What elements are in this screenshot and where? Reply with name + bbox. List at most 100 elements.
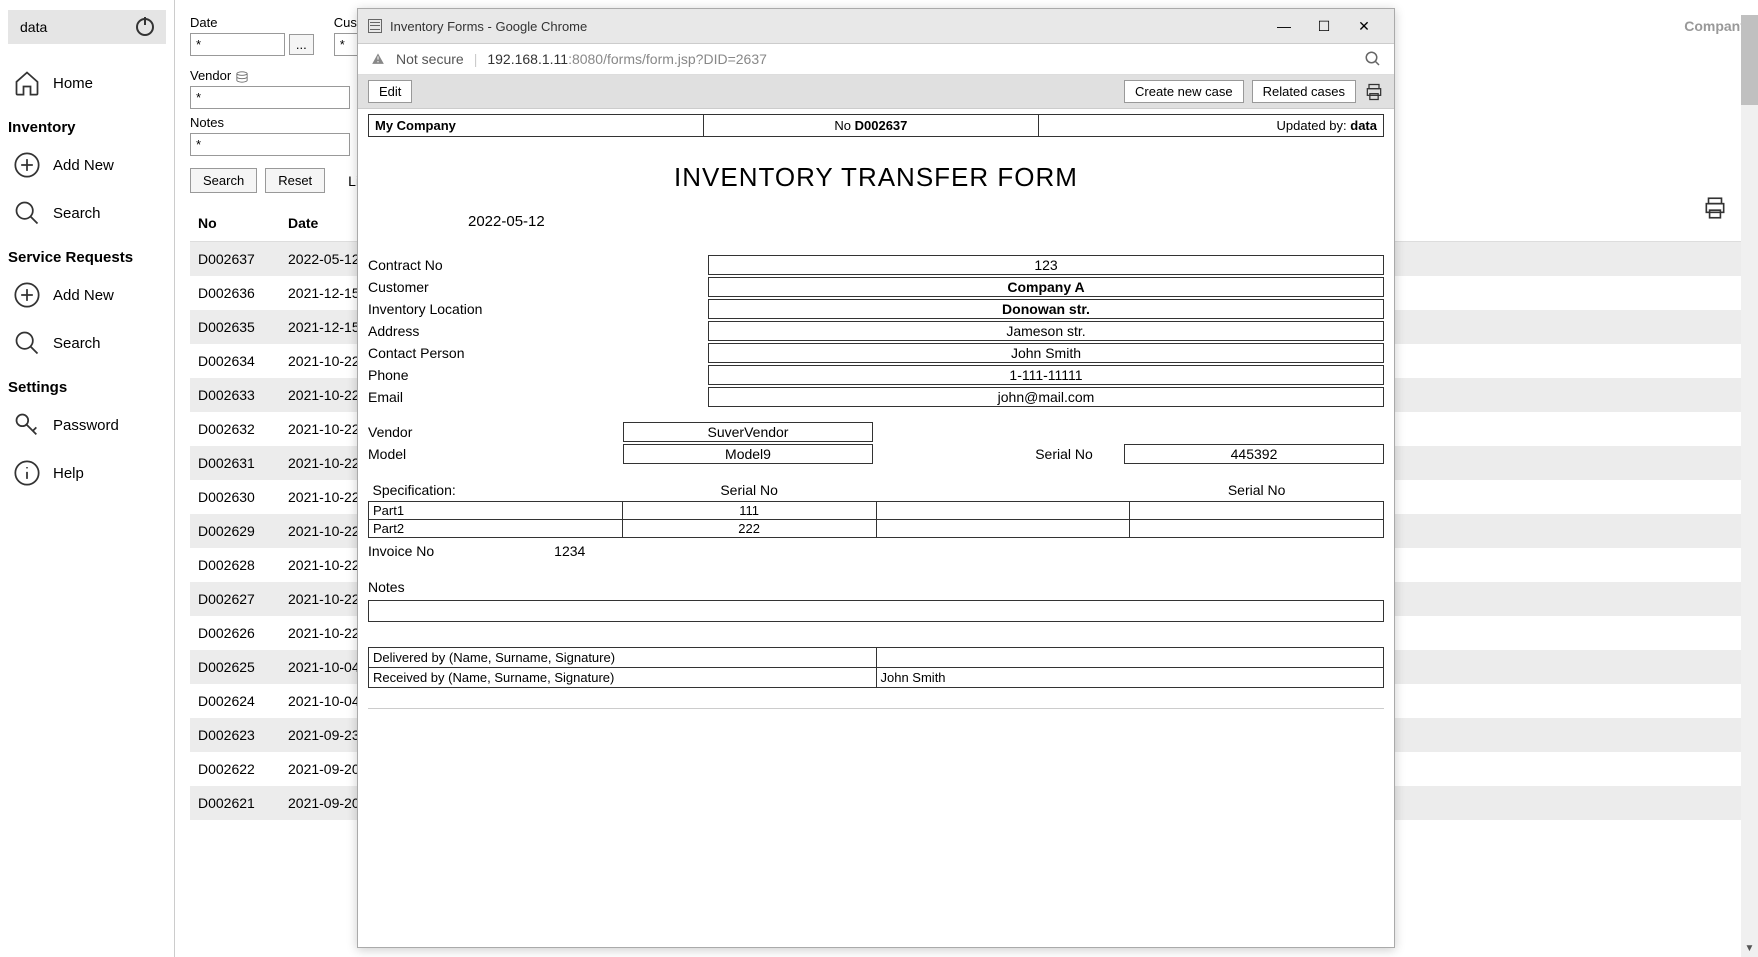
spec-row: Part2222 xyxy=(369,520,1384,538)
form-title: INVENTORY TRANSFER FORM xyxy=(368,162,1384,193)
cell-no: D002624 xyxy=(190,684,280,718)
minimize-button[interactable]: — xyxy=(1264,15,1304,37)
spec-table: Specification: Serial No Serial No Part1… xyxy=(368,479,1384,538)
warning-icon xyxy=(370,51,386,67)
nav-password[interactable]: Password xyxy=(8,401,166,449)
search-button[interactable]: Search xyxy=(190,168,257,193)
cell-no: D002635 xyxy=(190,310,280,344)
form-header-table: My Company No D002637 Updated by: data xyxy=(368,114,1384,137)
header-no: No D002637 xyxy=(703,115,1038,137)
security-label: Not secure xyxy=(396,51,464,67)
cell-no: D002626 xyxy=(190,616,280,650)
notes-box xyxy=(368,600,1384,622)
model-value: Model9 xyxy=(623,444,873,464)
filter-date-label: Date xyxy=(190,15,314,30)
nav-home-label: Home xyxy=(53,75,93,92)
nav-home[interactable]: Home xyxy=(8,59,166,107)
plus-circle-icon xyxy=(13,151,41,179)
nav-help[interactable]: Help xyxy=(8,449,166,497)
contact-label: Contact Person xyxy=(368,344,708,362)
search-icon xyxy=(13,199,41,227)
info-icon xyxy=(13,459,41,487)
nav-inventory-search[interactable]: Search xyxy=(8,189,166,237)
cell-no: D002625 xyxy=(190,650,280,684)
close-button[interactable]: ✕ xyxy=(1344,15,1384,37)
spec-part: Part2 xyxy=(369,520,623,538)
location-value: Donowan str. xyxy=(708,299,1384,319)
scrollbar-down-icon[interactable]: ▼ xyxy=(1741,940,1758,957)
filter-notes-input[interactable] xyxy=(190,133,350,156)
print-button-main[interactable] xyxy=(1702,195,1728,224)
serial-label: Serial No xyxy=(1004,446,1124,462)
address-value: Jameson str. xyxy=(708,321,1384,341)
window-title: Inventory Forms - Google Chrome xyxy=(390,19,1256,34)
notes-label: Notes xyxy=(368,579,1384,595)
nav-service-search[interactable]: Search xyxy=(8,319,166,367)
reset-button[interactable]: Reset xyxy=(265,168,325,193)
spec-serial2-header: Serial No xyxy=(1130,479,1384,502)
serial-value: 445392 xyxy=(1124,444,1384,464)
address-label: Address xyxy=(368,322,708,340)
company-header: Company xyxy=(1684,18,1748,34)
email-value: john@mail.com xyxy=(708,387,1384,407)
maximize-button[interactable]: ☐ xyxy=(1304,15,1344,37)
cell-no: D002622 xyxy=(190,752,280,786)
cell-no: D002621 xyxy=(190,786,280,820)
spec-s2 xyxy=(1130,520,1384,538)
contract-no-label: Contract No xyxy=(368,256,708,274)
location-label: Inventory Location xyxy=(368,300,708,318)
scrollbar[interactable]: ▼ xyxy=(1741,15,1758,957)
cell-no: D002623 xyxy=(190,718,280,752)
spec-header: Specification: xyxy=(369,479,623,502)
spec-serial1-header: Serial No xyxy=(622,479,876,502)
current-user: data xyxy=(20,19,47,35)
database-icon xyxy=(235,71,249,83)
cell-no: D002630 xyxy=(190,480,280,514)
header-updated: Updated by: data xyxy=(1038,115,1383,137)
section-service: Service Requests xyxy=(8,237,166,271)
spec-s2 xyxy=(1130,502,1384,520)
phone-value: 1-111-11111 xyxy=(708,365,1384,385)
spec-s1: 222 xyxy=(622,520,876,538)
create-case-button[interactable]: Create new case xyxy=(1124,80,1244,103)
divider xyxy=(368,708,1384,709)
vendor-value: SuverVendor xyxy=(623,422,873,442)
nav-service-add[interactable]: Add New xyxy=(8,271,166,319)
vendor-label: Vendor xyxy=(368,423,623,441)
date-picker-button[interactable]: ... xyxy=(289,34,314,55)
scrollbar-thumb[interactable] xyxy=(1741,15,1758,105)
col-no[interactable]: No xyxy=(190,205,280,242)
search-icon xyxy=(13,329,41,357)
nav-password-label: Password xyxy=(53,417,119,434)
received-label: Received by (Name, Surname, Signature) xyxy=(369,668,877,688)
customer-value: Company A xyxy=(708,277,1384,297)
delivered-value xyxy=(876,648,1384,668)
cell-no: D002631 xyxy=(190,446,280,480)
form-icon xyxy=(368,19,382,33)
spec-s1: 111 xyxy=(622,502,876,520)
filter-date-input[interactable] xyxy=(190,33,285,56)
delivered-label: Delivered by (Name, Surname, Signature) xyxy=(369,648,877,668)
contact-value: John Smith xyxy=(708,343,1384,363)
nav-add-label2: Add New xyxy=(53,287,114,304)
cell-no: D002634 xyxy=(190,344,280,378)
filter-vendor-input[interactable] xyxy=(190,86,350,109)
invoice-value: 1234 xyxy=(554,543,585,559)
model-label: Model xyxy=(368,445,623,463)
url[interactable]: 192.168.1.11:8080/forms/form.jsp?DID=263… xyxy=(487,51,767,67)
plus-circle-icon xyxy=(13,281,41,309)
cell-no: D002637 xyxy=(190,242,280,277)
titlebar: Inventory Forms - Google Chrome — ☐ ✕ xyxy=(358,9,1394,44)
print-icon[interactable] xyxy=(1364,82,1384,102)
home-icon xyxy=(13,69,41,97)
logout-icon[interactable] xyxy=(136,18,154,36)
spec-part: Part1 xyxy=(369,502,623,520)
form-toolbar: Edit Create new case Related cases xyxy=(358,75,1394,109)
related-cases-button[interactable]: Related cases xyxy=(1252,80,1356,103)
nav-help-label: Help xyxy=(53,465,84,482)
invoice-label: Invoice No xyxy=(368,543,434,559)
edit-button[interactable]: Edit xyxy=(368,80,412,103)
nav-inventory-add[interactable]: Add New xyxy=(8,141,166,189)
zoom-icon[interactable] xyxy=(1364,50,1382,68)
address-bar: Not secure | 192.168.1.11:8080/forms/for… xyxy=(358,44,1394,75)
